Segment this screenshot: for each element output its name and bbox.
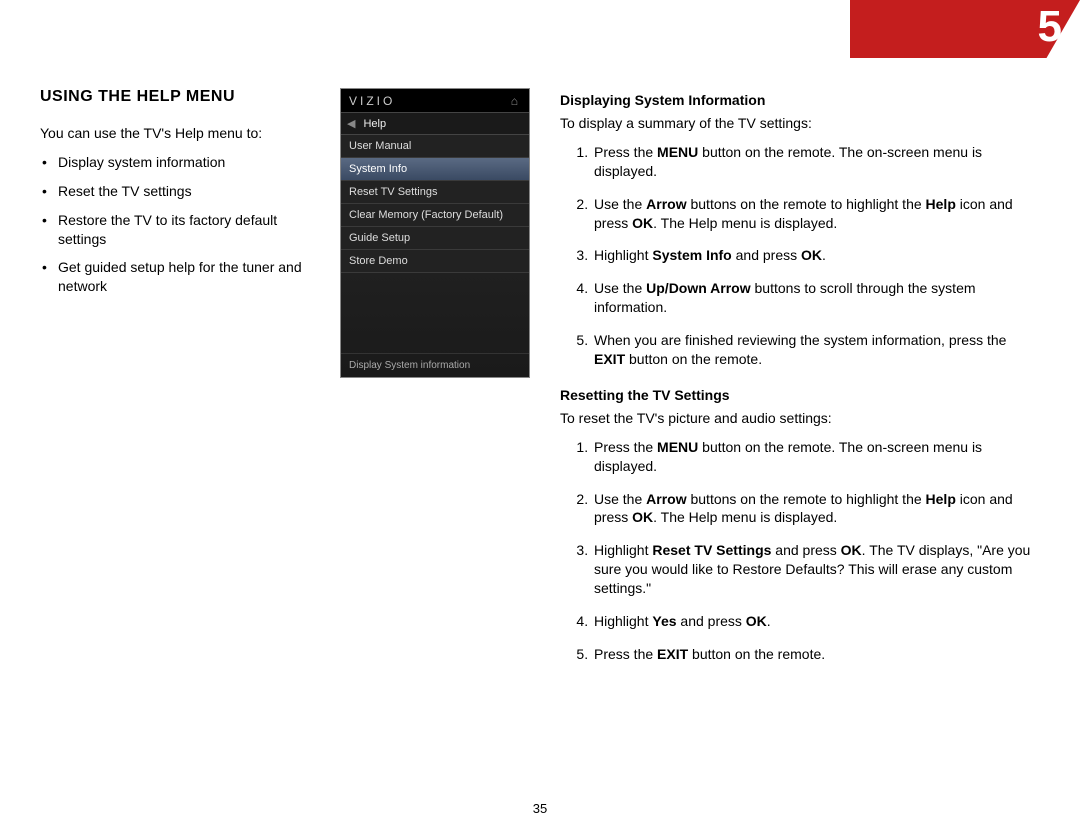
steps-reset: Press the MENU button on the remote. The… — [560, 438, 1040, 664]
bullet-item: Reset the TV settings — [58, 182, 322, 201]
chapter-number: 5 — [1038, 2, 1062, 52]
home-icon: ⌂ — [511, 94, 521, 108]
tv-menu-screenshot: VIZIO ⌂ ◀ Help User ManualSystem InfoRes… — [340, 88, 530, 378]
screenshot-help-row: ◀ Help — [341, 113, 529, 135]
subhead-system-info: Displaying System Information — [560, 92, 1040, 108]
step-item: Press the MENU button on the remote. The… — [592, 143, 1040, 181]
bullet-item: Display system information — [58, 153, 322, 172]
bullet-item: Restore the TV to its factory default se… — [58, 211, 322, 249]
step-item: Use the Arrow buttons on the remote to h… — [592, 490, 1040, 528]
steps-system-info: Press the MENU button on the remote. The… — [560, 143, 1040, 369]
section-heading-help-menu: USING THE HELP MENU — [40, 88, 322, 106]
left-column: USING THE HELP MENU You can use the TV's… — [40, 88, 530, 678]
step-item: When you are finished reviewing the syst… — [592, 331, 1040, 369]
step-item: Highlight System Info and press OK. — [592, 246, 1040, 265]
screenshot-menu-item: Store Demo — [341, 250, 529, 273]
step-item: Highlight Yes and press OK. — [592, 612, 1040, 631]
right-column: Displaying System Information To display… — [560, 88, 1040, 678]
screenshot-menu-item: Clear Memory (Factory Default) — [341, 204, 529, 227]
screenshot-menu-item: User Manual — [341, 135, 529, 158]
chapter-tab: 5 — [850, 0, 1080, 58]
step-item: Use the Arrow buttons on the remote to h… — [592, 195, 1040, 233]
intro-system-info: To display a summary of the TV settings: — [560, 114, 1040, 133]
step-item: Press the EXIT button on the remote. — [592, 645, 1040, 664]
intro-reset: To reset the TV's picture and audio sett… — [560, 409, 1040, 428]
subhead-reset: Resetting the TV Settings — [560, 387, 1040, 403]
page-number: 35 — [0, 801, 1080, 816]
brand-logo-text: VIZIO — [349, 94, 395, 108]
help-bullet-list: Display system information Reset the TV s… — [40, 153, 322, 296]
back-arrow-icon: ◀ — [347, 117, 355, 130]
bullet-item: Get guided setup help for the tuner and … — [58, 258, 322, 296]
screenshot-menu-item: Reset TV Settings — [341, 181, 529, 204]
step-item: Use the Up/Down Arrow buttons to scroll … — [592, 279, 1040, 317]
screenshot-header: VIZIO ⌂ — [341, 89, 529, 113]
screenshot-footer-text: Display System information — [341, 353, 529, 377]
screenshot-menu-item: Guide Setup — [341, 227, 529, 250]
screenshot-menu-item: System Info — [341, 158, 529, 181]
step-item: Press the MENU button on the remote. The… — [592, 438, 1040, 476]
page-columns: USING THE HELP MENU You can use the TV's… — [40, 88, 1040, 678]
step-item: Highlight Reset TV Settings and press OK… — [592, 541, 1040, 598]
intro-text: You can use the TV's Help menu to: — [40, 124, 322, 143]
help-label: Help — [363, 118, 386, 130]
